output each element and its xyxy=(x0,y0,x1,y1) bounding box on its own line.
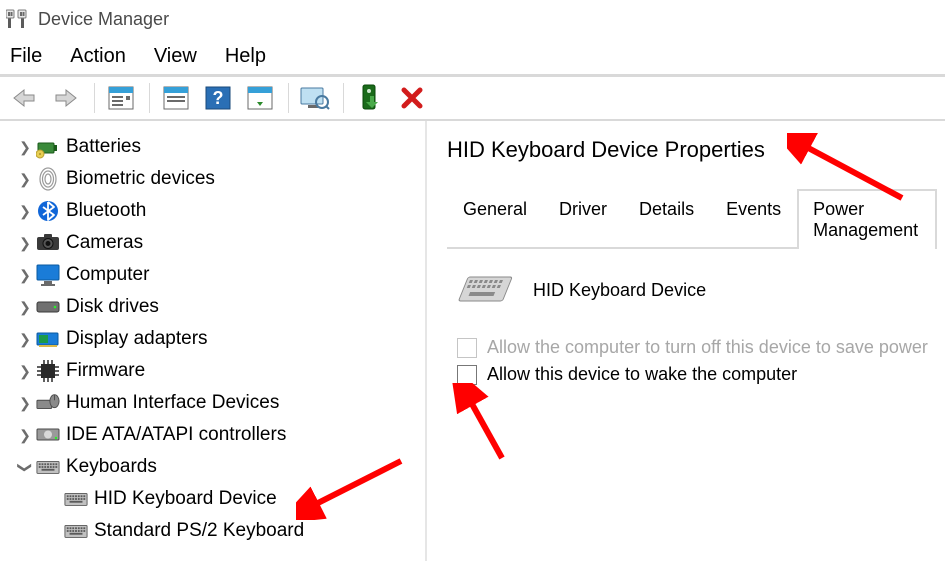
tree-node-keyboards[interactable]: ❯ Keyboards xyxy=(16,451,425,483)
tree-label: Standard PS/2 Keyboard xyxy=(94,520,304,542)
keyboard-icon xyxy=(64,487,88,511)
fingerprint-icon xyxy=(36,167,60,191)
expander-icon[interactable]: ❯ xyxy=(16,299,34,316)
checkbox-icon[interactable] xyxy=(457,365,477,385)
expander-icon[interactable]: ❯ xyxy=(16,427,34,444)
expander-icon[interactable]: ❯ xyxy=(16,235,34,252)
checkbox-icon xyxy=(457,338,477,358)
tab-events[interactable]: Events xyxy=(710,189,797,249)
properties-title: HID Keyboard Device Properties xyxy=(447,137,937,163)
menu-help[interactable]: Help xyxy=(225,45,266,68)
expander-icon[interactable]: ❯ xyxy=(16,139,34,156)
properties-tabs: General Driver Details Events Power Mana… xyxy=(447,189,937,249)
tree-node-bluetooth[interactable]: ❯ Bluetooth xyxy=(16,195,425,227)
chip-icon xyxy=(36,359,60,383)
tree-node-disk[interactable]: ❯ Disk drives xyxy=(16,291,425,323)
tree-label: Bluetooth xyxy=(66,200,146,222)
annotation-arrow-icon xyxy=(447,383,507,463)
device-header: HID Keyboard Device xyxy=(457,275,937,305)
tree-node-batteries[interactable]: ❯ Batteries xyxy=(16,131,425,163)
scan-hardware-button[interactable] xyxy=(295,81,335,115)
update-driver-button[interactable] xyxy=(350,81,390,115)
checkbox-turn-off-device: Allow the computer to turn off this devi… xyxy=(457,337,937,358)
battery-icon xyxy=(36,135,60,159)
window-title: Device Manager xyxy=(38,9,169,30)
controller-icon xyxy=(36,423,60,447)
device-tree[interactable]: ❯ Batteries ❯ Biometric devices ❯ Blueto… xyxy=(0,121,425,541)
expander-icon[interactable]: ❯ xyxy=(16,395,34,412)
checkbox-label: Allow this device to wake the computer xyxy=(487,364,797,385)
keyboard-icon xyxy=(36,455,60,479)
menu-view[interactable]: View xyxy=(154,45,197,68)
toolbar: ? xyxy=(0,75,945,121)
tab-power-management[interactable]: Power Management xyxy=(797,189,937,249)
device-name: HID Keyboard Device xyxy=(533,280,706,301)
tree-label: Disk drives xyxy=(66,296,159,318)
title-bar: Device Manager xyxy=(0,0,945,38)
tree-node-ps2-keyboard[interactable]: Standard PS/2 Keyboard xyxy=(16,515,425,547)
tree-label: Cameras xyxy=(66,232,143,254)
svg-text:?: ? xyxy=(213,88,224,108)
tree-label: Keyboards xyxy=(66,456,157,478)
toolbar-divider xyxy=(94,83,95,113)
keyboard-icon xyxy=(64,519,88,543)
toolbar-divider xyxy=(343,83,344,113)
uninstall-button[interactable] xyxy=(392,81,432,115)
expander-icon[interactable]: ❯ xyxy=(16,203,34,220)
tree-label: Display adapters xyxy=(66,328,208,350)
tree-label: Human Interface Devices xyxy=(66,392,279,414)
window-list-button[interactable] xyxy=(240,81,280,115)
tree-node-hid-keyboard[interactable]: HID Keyboard Device xyxy=(16,483,425,515)
forward-button[interactable] xyxy=(46,81,86,115)
expander-icon[interactable]: ❯ xyxy=(16,267,34,284)
tree-label: Firmware xyxy=(66,360,145,382)
expander-icon[interactable]: ❯ xyxy=(17,458,34,476)
expander-icon[interactable]: ❯ xyxy=(16,331,34,348)
help-button[interactable]: ? xyxy=(198,81,238,115)
camera-icon xyxy=(36,231,60,255)
expander-icon[interactable]: ❯ xyxy=(16,363,34,380)
tree-label: HID Keyboard Device xyxy=(94,488,277,510)
disk-icon xyxy=(36,295,60,319)
properties-button[interactable] xyxy=(101,81,141,115)
gpu-icon xyxy=(36,327,60,351)
tree-node-computer[interactable]: ❯ Computer xyxy=(16,259,425,291)
tab-general[interactable]: General xyxy=(447,189,543,249)
hid-icon xyxy=(36,391,60,415)
tree-label: Biometric devices xyxy=(66,168,215,190)
tree-node-hid[interactable]: ❯ Human Interface Devices xyxy=(16,387,425,419)
tree-node-cameras[interactable]: ❯ Cameras xyxy=(16,227,425,259)
menu-action[interactable]: Action xyxy=(70,45,126,68)
tree-node-biometric[interactable]: ❯ Biometric devices xyxy=(16,163,425,195)
back-button[interactable] xyxy=(4,81,44,115)
menu-file[interactable]: File xyxy=(10,45,42,68)
tree-node-display[interactable]: ❯ Display adapters xyxy=(16,323,425,355)
tree-label: Batteries xyxy=(66,136,141,158)
tab-driver[interactable]: Driver xyxy=(543,189,623,249)
menu-bar: File Action View Help xyxy=(0,38,945,74)
tree-node-firmware[interactable]: ❯ Firmware xyxy=(16,355,425,387)
tree-label: Computer xyxy=(66,264,149,286)
checkbox-wake-computer[interactable]: Allow this device to wake the computer xyxy=(457,364,937,385)
keyboard-large-icon xyxy=(457,275,513,305)
app-icon xyxy=(6,7,30,31)
monitor-icon xyxy=(36,263,60,287)
properties-panel: HID Keyboard Device Properties General D… xyxy=(425,121,945,561)
expander-icon[interactable]: ❯ xyxy=(16,171,34,188)
device-tree-panel: ❯ Batteries ❯ Biometric devices ❯ Blueto… xyxy=(0,121,425,561)
toolbar-divider xyxy=(288,83,289,113)
toolbar-divider xyxy=(149,83,150,113)
checkbox-label: Allow the computer to turn off this devi… xyxy=(487,337,928,358)
tab-details[interactable]: Details xyxy=(623,189,710,249)
bluetooth-icon xyxy=(36,199,60,223)
window-button[interactable] xyxy=(156,81,196,115)
tree-label: IDE ATA/ATAPI controllers xyxy=(66,424,286,446)
tree-node-ide[interactable]: ❯ IDE ATA/ATAPI controllers xyxy=(16,419,425,451)
